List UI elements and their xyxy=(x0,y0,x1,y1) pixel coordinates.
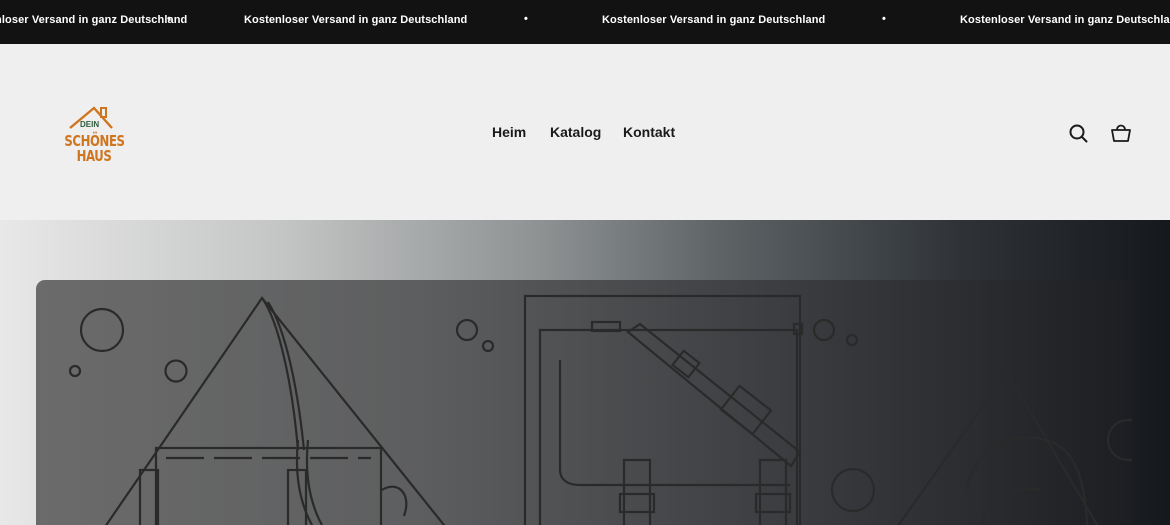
announcement-text: Kostenloser Versand in ganz Deutschland xyxy=(0,14,188,26)
logo-haus-text: HAUS xyxy=(76,147,112,165)
announcement-text: Kostenloser Versand in ganz Deutschland xyxy=(960,14,1170,26)
announcement-separator: • xyxy=(524,13,528,25)
site-header: DEIN SCHÖNES HAUS Heim Katalog Kontakt xyxy=(0,44,1170,220)
announcement-separator: • xyxy=(167,13,171,25)
hero-card xyxy=(36,280,1132,525)
announcement-separator: • xyxy=(882,13,886,25)
search-icon[interactable] xyxy=(1067,122,1089,144)
nav-link-kontakt[interactable]: Kontakt xyxy=(623,124,675,140)
announcement-bar: Kostenloser Versand in ganz Deutschland … xyxy=(0,0,1170,44)
hero-banner xyxy=(0,220,1170,525)
logo-dein-text: DEIN xyxy=(80,120,100,129)
announcement-text: Kostenloser Versand in ganz Deutschland xyxy=(602,14,826,26)
cart-icon[interactable] xyxy=(1110,122,1132,144)
nav-link-heim[interactable]: Heim xyxy=(492,124,526,140)
logo[interactable]: DEIN SCHÖNES HAUS xyxy=(56,104,132,172)
announcement-text: Kostenloser Versand in ganz Deutschland xyxy=(244,14,468,26)
bags-illustration xyxy=(68,294,1132,525)
nav-link-katalog[interactable]: Katalog xyxy=(550,124,601,140)
